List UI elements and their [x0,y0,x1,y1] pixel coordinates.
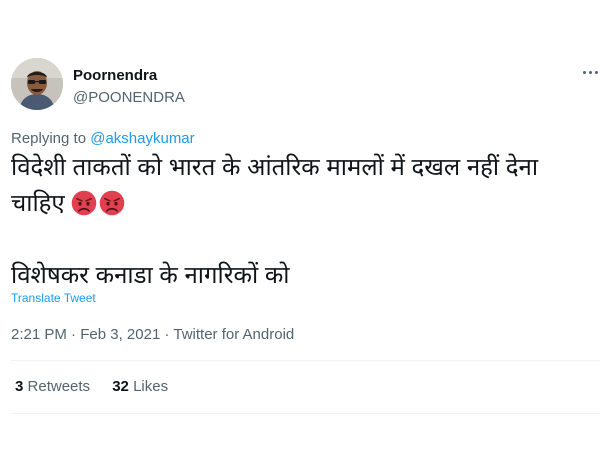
tweet-meta: 2:21 PM · Feb 3, 2021 · Twitter for Andr… [11,326,294,343]
tweet-stats: 3 Retweets 32 Likes [15,378,186,395]
tweet-line-2: चाहिए [11,186,591,222]
retweets-count: 3 [15,378,24,395]
replying-to: Replying to @akshaykumar [11,130,195,147]
tweet-line-2-text: चाहिए [11,190,65,217]
translate-tweet-link[interactable]: Translate Tweet [11,291,96,305]
likes-count: 32 [112,378,129,395]
angry-face-emoji [100,190,125,216]
user-handle[interactable]: @POONENDRA [73,89,185,106]
tweet-time[interactable]: 2:21 PM [11,326,67,343]
retweets-label: Retweets [27,378,91,395]
tweet-text: विदेशी ताकतों को भारत के आंतरिक मामलों म… [11,150,591,294]
avatar[interactable] [11,58,63,110]
divider [11,413,600,414]
retweets-stat[interactable]: 3 Retweets [15,378,90,395]
divider [11,360,600,361]
likes-label: Likes [133,378,169,395]
angry-face-emoji [72,190,97,216]
tweet-date[interactable]: Feb 3, 2021 [80,326,160,343]
avatar-image [11,58,63,110]
likes-stat[interactable]: 32 Likes [112,378,168,395]
display-name[interactable]: Poornendra [73,67,157,84]
tweet: Poornendra @POONENDRA Replying to @aksha… [0,0,600,450]
replying-to-label: Replying to [11,130,87,147]
tweet-line-1: विदेशी ताकतों को भारत के आंतरिक मामलों म… [11,154,539,181]
tweet-source[interactable]: Twitter for Android [173,326,294,343]
reply-target-link[interactable]: @akshaykumar [90,130,194,147]
tweet-line-3: विशेषकर कनाडा के नागरिकों को [11,262,290,289]
more-horizontal-icon[interactable] [581,64,600,80]
meta-separator: · [71,326,81,343]
